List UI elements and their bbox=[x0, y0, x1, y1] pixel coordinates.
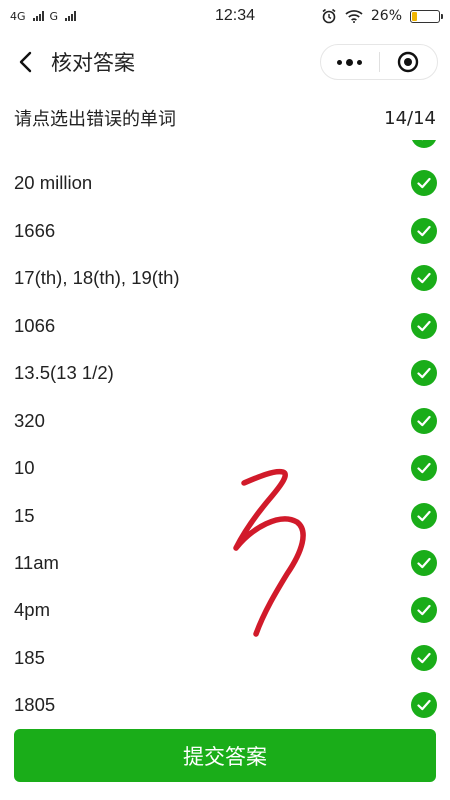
check-icon bbox=[411, 360, 437, 386]
signal-strength-icon bbox=[32, 11, 44, 21]
list-item[interactable]: 15 bbox=[0, 493, 450, 539]
check-icon bbox=[411, 455, 437, 481]
list-item[interactable]: 11am bbox=[0, 540, 450, 586]
item-label: 11am bbox=[14, 552, 59, 573]
submit-answers-button[interactable]: 提交答案 bbox=[14, 729, 436, 782]
more-button[interactable] bbox=[321, 45, 379, 79]
more-icon bbox=[337, 58, 363, 66]
check-icon bbox=[411, 170, 437, 196]
list-item[interactable]: 185 bbox=[0, 635, 450, 681]
list-item[interactable]: 1805 bbox=[0, 682, 450, 720]
instruction-row: 请点选出错误的单词 14/14 bbox=[14, 104, 436, 132]
check-icon bbox=[411, 597, 437, 623]
list-item[interactable]: 13.5(13 1/2) bbox=[0, 350, 450, 396]
clock: 12:34 bbox=[214, 7, 256, 24]
battery-icon bbox=[410, 9, 443, 23]
item-label: 20 million bbox=[14, 172, 93, 193]
item-label: 185 bbox=[14, 647, 45, 668]
network-type-1: 4G bbox=[10, 9, 26, 23]
item-label: 1066 bbox=[14, 315, 56, 336]
check-icon bbox=[411, 503, 437, 529]
list-item[interactable]: 320 bbox=[0, 398, 450, 444]
item-label: 1666 bbox=[14, 220, 56, 241]
status-right: 26% bbox=[310, 8, 443, 24]
check-icon bbox=[411, 313, 437, 339]
alarm-icon bbox=[322, 8, 336, 24]
page-title: 核对答案 bbox=[51, 51, 135, 75]
list-item[interactable]: 17(th), 18(th), 19(th) bbox=[0, 255, 450, 301]
list-item[interactable]: 1666 bbox=[0, 208, 450, 254]
item-label: 4pm bbox=[14, 599, 50, 620]
item-label: 17(th), 18(th), 19(th) bbox=[14, 267, 180, 288]
back-button[interactable] bbox=[5, 36, 45, 88]
signal-area: 4G G bbox=[10, 10, 160, 23]
list-item[interactable]: 10 bbox=[0, 445, 450, 491]
signal-strength-icon-2 bbox=[65, 11, 77, 21]
mini-program-capsule bbox=[320, 44, 438, 80]
battery-level bbox=[412, 11, 418, 21]
instruction-text: 请点选出错误的单词 bbox=[14, 109, 176, 130]
wifi-icon bbox=[345, 10, 363, 23]
network-type-2: G bbox=[49, 9, 59, 23]
item-label: 15 bbox=[14, 505, 35, 526]
list-item[interactable]: 4pm bbox=[0, 587, 450, 633]
item-label: 320 bbox=[14, 410, 45, 431]
item-label: 1805 bbox=[14, 694, 56, 715]
list-item[interactable]: 1066 bbox=[0, 303, 450, 349]
check-icon bbox=[411, 550, 437, 576]
progress-counter: 14/14 bbox=[384, 107, 436, 129]
check-icon bbox=[411, 218, 437, 244]
answer-list[interactable]: 20 million 1666 17(th), 18(th), 19(th) 1… bbox=[0, 140, 450, 720]
check-icon bbox=[411, 692, 437, 718]
check-icon bbox=[411, 408, 437, 434]
back-icon bbox=[19, 51, 32, 73]
close-target-icon bbox=[398, 51, 419, 73]
list-item[interactable]: 20 million bbox=[0, 160, 450, 206]
check-icon bbox=[411, 140, 437, 148]
battery-percent: 26% bbox=[370, 8, 402, 24]
check-icon bbox=[411, 645, 437, 671]
nav-bar: 核对答案 bbox=[0, 36, 450, 88]
item-label: 13.5(13 1/2) bbox=[14, 362, 114, 383]
close-button[interactable] bbox=[380, 45, 438, 79]
status-bar: 4G G 12:34 26% bbox=[0, 0, 450, 32]
item-label: 10 bbox=[14, 457, 35, 478]
check-icon bbox=[411, 265, 437, 291]
